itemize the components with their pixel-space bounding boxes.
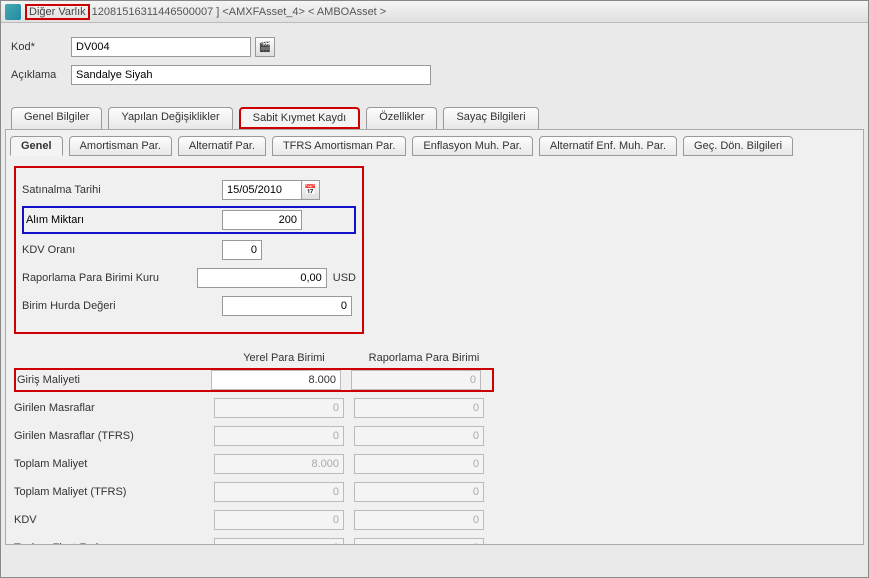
kod-action-button[interactable]: 🎬: [255, 37, 275, 57]
inner-tab-genel[interactable]: Genel: [10, 136, 63, 156]
cost-value-report: [354, 398, 484, 418]
cost-label: Toplam Fiyat Farkı: [14, 542, 214, 545]
cost-label: KDV: [14, 514, 214, 526]
cost-label: Giriş Maliyeti: [17, 374, 211, 386]
raporlama-kuru-label: Raporlama Para Birimi Kuru: [22, 272, 197, 284]
alim-miktari-label: Alım Miktarı: [26, 214, 222, 226]
calendar-icon: 📅: [304, 185, 316, 196]
purchase-group: Satınalma Tarihi 📅 Alım Miktarı KDV Oran…: [14, 166, 364, 334]
inner-tab-amortisman[interactable]: Amortisman Par.: [69, 136, 172, 156]
tab-ozellikler[interactable]: Özellikler: [366, 107, 437, 129]
tab-yapilan-degisiklikler[interactable]: Yapılan Değişiklikler: [108, 107, 232, 129]
inner-tab-gec-don[interactable]: Geç. Dön. Bilgileri: [683, 136, 793, 156]
kod-label: Kod*: [11, 41, 71, 53]
title-rest: 12081516311446500007 ] <AMXFAsset_4> < A…: [92, 6, 387, 18]
inner-tab-enflasyon[interactable]: Enflasyon Muh. Par.: [412, 136, 532, 156]
cost-value-report: [354, 538, 484, 545]
cost-value-local: [214, 538, 344, 545]
inner-tab-alternatif[interactable]: Alternatif Par.: [178, 136, 266, 156]
tab-genel-bilgiler[interactable]: Genel Bilgiler: [11, 107, 102, 129]
cost-row: Girilen Masraflar (TFRS): [14, 424, 494, 448]
title-main: Diğer Varlık: [25, 4, 90, 20]
cost-label: Toplam Maliyet (TFRS): [14, 486, 214, 498]
cost-row: Toplam Maliyet: [14, 452, 494, 476]
cost-grid: Yerel Para Birimi Raporlama Para Birimi …: [14, 352, 494, 545]
date-picker-button[interactable]: 📅: [302, 180, 320, 200]
cost-value-report: [354, 510, 484, 530]
cost-label: Toplam Maliyet: [14, 458, 214, 470]
titlebar: Diğer Varlık 12081516311446500007 ] <AMX…: [1, 1, 868, 23]
cost-row: KDV: [14, 508, 494, 532]
satinalma-tarihi-label: Satınalma Tarihi: [22, 184, 222, 196]
raporlama-kuru-unit: USD: [333, 272, 356, 284]
satinalma-tarihi-input[interactable]: [222, 180, 302, 200]
cost-value-report: [354, 426, 484, 446]
kdv-orani-label: KDV Oranı: [22, 244, 222, 256]
aciklama-label: Açıklama: [11, 69, 71, 81]
clapper-icon: 🎬: [259, 42, 271, 53]
cost-value-report: [354, 454, 484, 474]
cost-value-report: [354, 482, 484, 502]
inner-panel: Genel Amortisman Par. Alternatif Par. TF…: [5, 129, 864, 545]
cost-row: Toplam Maliyet (TFRS): [14, 480, 494, 504]
tab-sayac-bilgileri[interactable]: Sayaç Bilgileri: [443, 107, 538, 129]
cost-label: Girilen Masraflar (TFRS): [14, 430, 214, 442]
alim-miktari-input[interactable]: [222, 210, 302, 230]
birim-hurda-input[interactable]: [222, 296, 352, 316]
cost-value-report: [351, 370, 481, 390]
cost-label: Girilen Masraflar: [14, 402, 214, 414]
cost-value-local: [214, 510, 344, 530]
aciklama-input[interactable]: [71, 65, 431, 85]
cost-row: Giriş Maliyeti: [14, 368, 494, 392]
birim-hurda-label: Birim Hurda Değeri: [22, 300, 222, 312]
cost-row: Girilen Masraflar: [14, 396, 494, 420]
app-icon: [5, 4, 21, 20]
col-raporlama: Raporlama Para Birimi: [354, 352, 494, 364]
cost-value-local: [214, 426, 344, 446]
tab-sabit-kiymet-kaydi[interactable]: Sabit Kıymet Kaydı: [239, 107, 361, 129]
inner-tab-alt-enf[interactable]: Alternatif Enf. Muh. Par.: [539, 136, 677, 156]
cost-value-local: [214, 454, 344, 474]
cost-value-local: [214, 482, 344, 502]
raporlama-kuru-input[interactable]: [197, 268, 327, 288]
cost-value-local: [214, 398, 344, 418]
cost-value-local[interactable]: [211, 370, 341, 390]
cost-row: Toplam Fiyat Farkı: [14, 536, 494, 545]
kdv-orani-input[interactable]: [222, 240, 262, 260]
col-yerel: Yerel Para Birimi: [214, 352, 354, 364]
inner-tab-tfrs[interactable]: TFRS Amortisman Par.: [272, 136, 406, 156]
inner-tabs: Genel Amortisman Par. Alternatif Par. TF…: [10, 136, 859, 156]
alim-miktari-highlight: Alım Miktarı: [22, 206, 356, 234]
outer-tabs: Genel Bilgiler Yapılan Değişiklikler Sab…: [1, 107, 868, 129]
kod-input[interactable]: [71, 37, 251, 57]
